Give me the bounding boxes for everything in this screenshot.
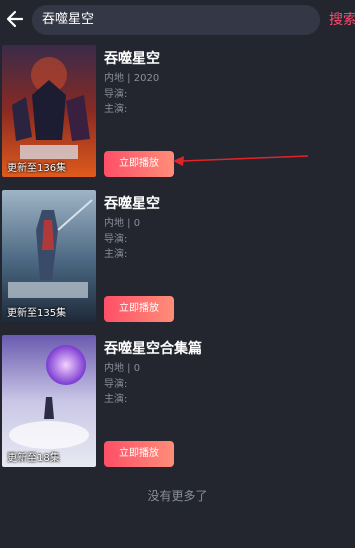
play-now-button[interactable]: 立即播放	[104, 151, 174, 177]
result-title[interactable]: 吞噬星空合集篇	[104, 338, 202, 358]
search-input[interactable]: 吞噬星空	[32, 5, 320, 35]
result-item[interactable]: 更新至135集 吞噬星空 内地 | 0 导演: 主演: 立即播放	[0, 190, 355, 325]
poster-image[interactable]: 更新至18集	[2, 335, 96, 467]
result-cast: 主演:	[104, 394, 128, 405]
result-title[interactable]: 吞噬星空	[104, 193, 160, 213]
top-bar: 吞噬星空 搜索	[0, 0, 355, 40]
result-meta: 内地 | 2020	[104, 73, 160, 84]
red-arrow-annotation	[173, 155, 309, 166]
play-now-button[interactable]: 立即播放	[104, 441, 174, 467]
result-meta: 内地 | 0	[104, 363, 141, 374]
result-item[interactable]: 更新至18集 吞噬星空合集篇 内地 | 0 导演: 主演: 立即播放	[0, 335, 355, 470]
update-status: 更新至18集	[7, 453, 60, 464]
result-cast: 主演:	[104, 249, 128, 260]
result-meta: 内地 | 0	[104, 218, 141, 229]
result-title[interactable]: 吞噬星空	[104, 48, 160, 68]
result-director: 导演:	[104, 379, 128, 390]
update-status: 更新至135集	[7, 308, 67, 319]
back-arrow-icon[interactable]	[4, 8, 26, 30]
search-button[interactable]: 搜索	[329, 9, 355, 29]
poster-image[interactable]: 更新至136集	[2, 45, 96, 177]
update-status: 更新至136集	[7, 163, 67, 174]
result-cast: 主演:	[104, 104, 128, 115]
poster-image[interactable]: 更新至135集	[2, 190, 96, 322]
no-more-text: 没有更多了	[147, 489, 208, 503]
result-director: 导演:	[104, 234, 128, 245]
play-now-button[interactable]: 立即播放	[104, 296, 174, 322]
result-director: 导演:	[104, 89, 128, 100]
